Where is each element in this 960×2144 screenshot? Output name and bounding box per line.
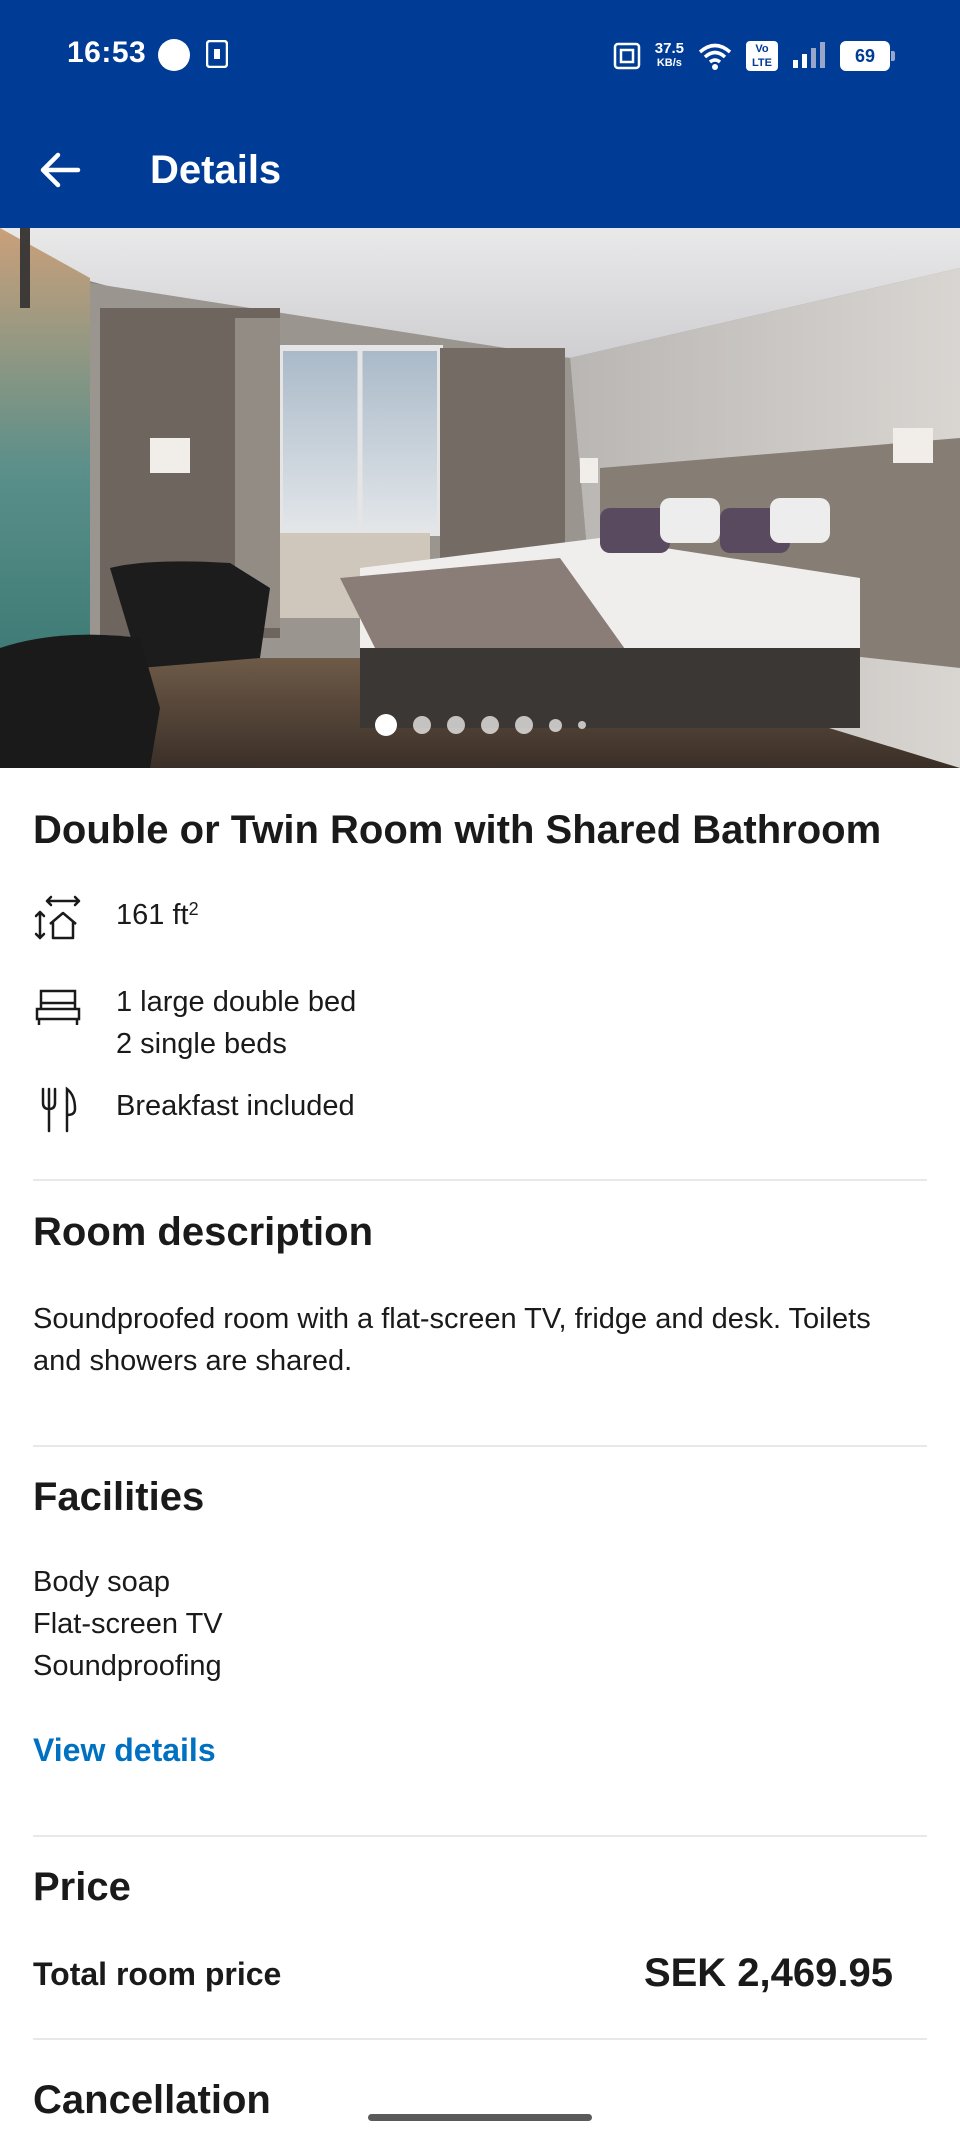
gesture-handle[interactable] (368, 2114, 592, 2121)
facility-item: Flat-screen TV (33, 1608, 223, 1640)
signal-icon (793, 42, 825, 68)
network-speed: 37.5 KB/s (654, 40, 684, 69)
sim-card-icon (206, 40, 228, 68)
gallery-dot[interactable] (548, 718, 562, 732)
divider (33, 2038, 927, 2040)
room-photo[interactable] (0, 228, 960, 768)
cutlery-icon (41, 1086, 77, 1133)
gallery-dot[interactable] (577, 721, 586, 729)
bed-icon (35, 989, 81, 1025)
bed-item: 1 large double bed (116, 986, 357, 1018)
facilities-heading: Facilities (33, 1475, 205, 1519)
beds-list: 1 large double bed 2 single beds (116, 981, 356, 1065)
status-icons: 37.5 KB/s Vo LTE 69 (613, 36, 895, 76)
facilities-list: Body soap Flat-screen TV Soundproofing (33, 1561, 223, 1687)
nfc-icon (613, 42, 641, 70)
gallery-dot[interactable] (446, 716, 465, 734)
facility-item: Body soap (33, 1566, 171, 1598)
app-bar: Details (0, 110, 960, 228)
page-title: Details (150, 148, 282, 192)
battery-icon: 69 (840, 41, 895, 71)
gallery-dot[interactable] (412, 716, 431, 734)
room-size-text: 161 ft2 (116, 899, 199, 931)
room-size-row: 161 ft2 (33, 894, 199, 944)
view-details-link[interactable]: View details (33, 1732, 216, 1769)
room-description-heading: Room description (33, 1210, 374, 1254)
volte-icon: Vo LTE (746, 41, 778, 71)
gallery-dot[interactable] (480, 716, 499, 734)
beds-row: 1 large double bed 2 single beds (33, 981, 356, 1065)
notification-dot-icon (158, 39, 190, 71)
status-time: 16:53 (67, 36, 147, 69)
meal-text: Breakfast included (116, 1090, 355, 1122)
facility-item: Soundproofing (33, 1650, 222, 1682)
meal-row: Breakfast included (33, 1085, 355, 1135)
divider (33, 1835, 927, 1837)
divider (33, 1445, 927, 1447)
room-photo-image (0, 228, 960, 768)
room-description-text: Soundproofed room with a flat-screen TV,… (33, 1303, 871, 1377)
wifi-icon (698, 43, 732, 70)
room-name: Double or Twin Room with Shared Bathroom (33, 808, 882, 852)
total-price-label: Total room price (33, 1956, 282, 1992)
bed-item: 2 single beds (116, 1028, 287, 1060)
divider (33, 1179, 927, 1181)
top-bar: 16:53 37.5 KB/s Vo LTE 69 Details (0, 0, 960, 228)
arrow-left-icon[interactable] (38, 150, 82, 190)
gallery-dot-active[interactable] (374, 714, 397, 736)
gallery-pagination[interactable] (0, 714, 960, 736)
status-bar: 16:53 37.5 KB/s Vo LTE 69 (0, 0, 960, 110)
room-size-icon (34, 895, 81, 940)
cancellation-heading: Cancellation (33, 2078, 271, 2122)
price-heading: Price (33, 1865, 131, 1909)
total-price-value: SEK 2,469.95 (643, 1951, 893, 1995)
gallery-dot[interactable] (514, 716, 533, 734)
